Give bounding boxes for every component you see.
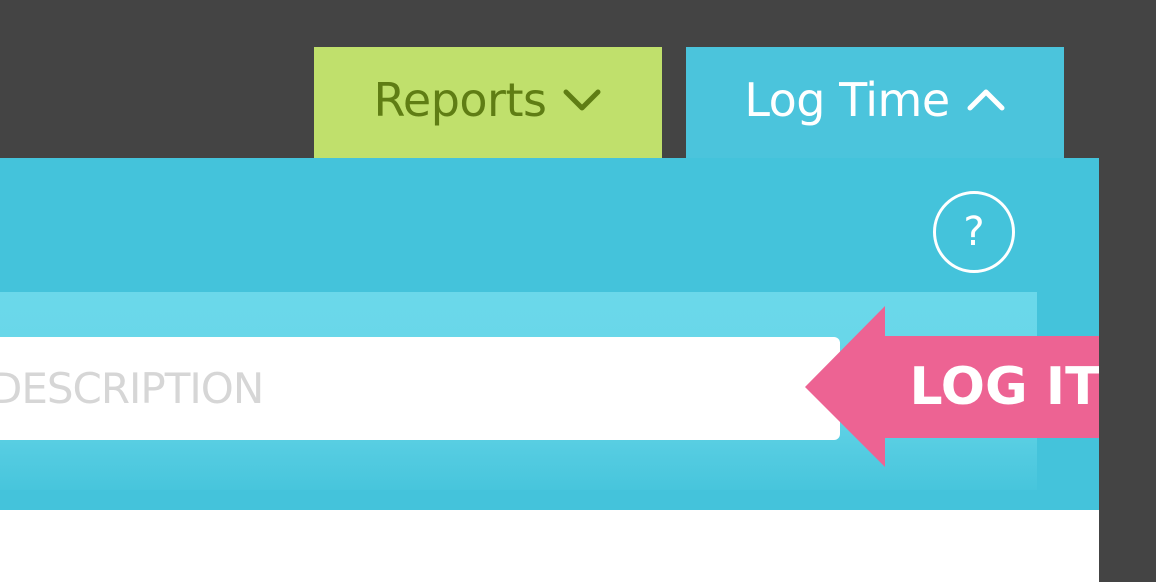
log-it-button[interactable]: LOG IT	[805, 306, 1127, 467]
log-time-tab[interactable]: Log Time	[686, 47, 1064, 158]
help-icon[interactable]: ?	[933, 191, 1015, 273]
content-area	[0, 510, 1099, 582]
page-edge	[1099, 158, 1156, 582]
log-it-label: LOG IT	[909, 357, 1101, 417]
chevron-up-icon	[966, 87, 1006, 113]
log-time-tab-label: Log Time	[744, 72, 950, 127]
description-input[interactable]	[0, 337, 840, 440]
reports-tab-label: Reports	[373, 72, 547, 127]
reports-tab[interactable]: Reports	[314, 47, 662, 158]
chevron-down-icon	[562, 87, 602, 113]
help-icon-label: ?	[963, 209, 985, 255]
